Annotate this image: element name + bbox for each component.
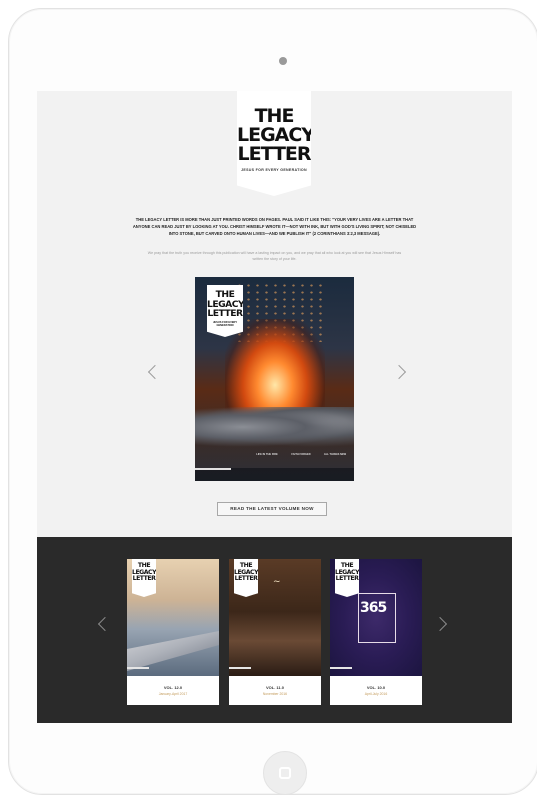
site-logo[interactable]: THE LEGACY LETTER JESUS FOR EVERY GENERA… (237, 91, 311, 196)
home-button[interactable] (263, 751, 307, 795)
volume-date: April-July 2016 (364, 692, 388, 696)
chevron-left-icon[interactable] (97, 616, 113, 632)
volume-logo: THE LEGACY LETTER (234, 559, 258, 597)
chevron-left-icon[interactable] (147, 364, 163, 380)
volume-accent-line (330, 667, 352, 669)
logo-tagline: JESUS FOR EVERY GENERATION (241, 168, 307, 172)
logo-line-3: LETTER (237, 143, 311, 165)
volume-logo: THE LEGACY LETTER (335, 559, 359, 597)
volume-card[interactable]: THE LEGACY LETTER VOL. 12.0 January-Apri… (127, 559, 219, 705)
volume-logo: THE LEGACY LETTER (132, 559, 156, 597)
volume-number: VOL. 11.0 (265, 685, 284, 690)
rocks-graphic (195, 407, 354, 447)
home-button-icon (279, 767, 291, 779)
volume-logo-line-3: LETTER (234, 575, 258, 583)
volume-logo-line-3: LETTER (335, 575, 359, 583)
cover-contents: LIFE IN THE FIRE FAITH FORGED ALL THINGS… (253, 453, 349, 456)
cover-logo: THE LEGACY LETTER JESUS FOR EVERY GENERA… (207, 285, 243, 337)
chevron-right-icon[interactable] (432, 616, 448, 632)
volume-logo-line-3: LETTER (132, 575, 156, 583)
script-lettering-graphic: ~ (273, 577, 281, 587)
cover-number: 365 (360, 600, 387, 616)
volumes-carousel: THE LEGACY LETTER VOL. 12.0 January-Apri… (37, 537, 512, 723)
webpage-screen: THE LEGACY LETTER JESUS FOR EVERY GENERA… (37, 91, 512, 723)
cover-accent-line (195, 468, 231, 470)
camera-icon (279, 57, 287, 65)
volume-card[interactable]: 365 THE LEGACY LETTER VOL. 10.0 April-Ju… (330, 559, 422, 705)
cover-column: ALL THINGS NEW (323, 453, 347, 456)
chevron-right-icon[interactable] (391, 364, 407, 380)
sub-text: We pray that the truth you receive throu… (147, 251, 402, 261)
volume-number: VOL. 12.0 (163, 685, 183, 690)
cover-column: FAITH FORGED (291, 453, 311, 456)
volume-card[interactable]: ~ THE LEGACY LETTER VOL. 11.0 November 2… (229, 559, 321, 705)
read-latest-volume-button[interactable]: READ THE LATEST VOLUME NOW (217, 502, 327, 516)
volume-date: November 2016 (262, 692, 288, 696)
cover-footer-bar (195, 468, 354, 481)
volume-number: VOL. 10.0 (366, 685, 386, 690)
intro-text: THE LEGACY LETTER IS MORE THAN JUST PRIN… (132, 217, 417, 236)
cover-logo-tagline: JESUS FOR EVERY GENERATION (212, 320, 238, 327)
airplane-wing-graphic (127, 631, 219, 671)
cover-logo-line-3: LETTER (207, 308, 243, 320)
volume-accent-line (127, 667, 149, 669)
volume-date: January-April 2017 (158, 692, 188, 696)
latest-volume-cover[interactable]: THE LEGACY LETTER JESUS FOR EVERY GENERA… (195, 277, 354, 481)
volume-accent-line (229, 667, 251, 669)
cover-column: LIFE IN THE FIRE (256, 453, 278, 456)
